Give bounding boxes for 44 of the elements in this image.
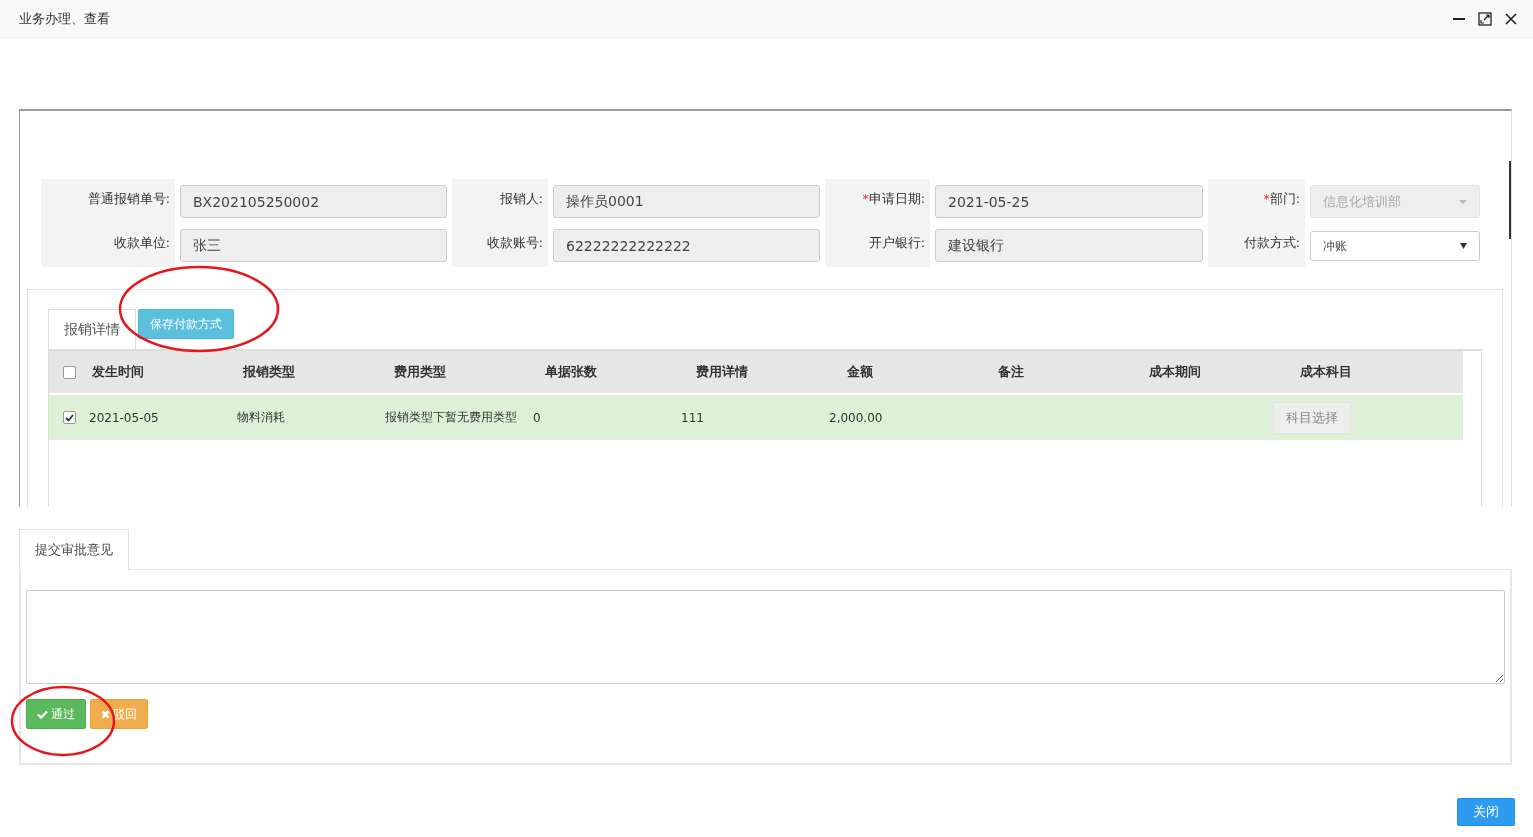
window-title: 业务办理、查看: [19, 9, 110, 28]
field-label: 报销人:: [498, 190, 544, 208]
column-header: 费用详情: [695, 363, 749, 381]
column-header: 单据张数: [544, 363, 598, 381]
comment-field[interactable]: [26, 590, 1505, 684]
caret-icon: [1460, 243, 1467, 249]
table-cell: 物料消耗: [237, 410, 285, 424]
cross-icon: [101, 709, 110, 719]
column-header: 成本期间: [1148, 363, 1202, 381]
column-header: 成本科目: [1299, 363, 1353, 381]
dropdown[interactable]: 冲账: [1310, 231, 1480, 261]
field-label: 开户银行:: [867, 234, 926, 252]
input-field[interactable]: BX202105250002: [180, 185, 447, 218]
checkbox[interactable]: [62, 365, 76, 379]
checkbox[interactable]: [62, 411, 76, 424]
field-label: 付款方式:: [1242, 234, 1301, 252]
table-row[interactable]: 2021-05-05 物料消耗 报销类型下暂无费用类型 0 111 2,000.00 科目选择: [49, 395, 1463, 440]
input-field[interactable]: 张三: [180, 229, 447, 262]
check-icon: [37, 709, 48, 719]
column-header: 备注: [997, 363, 1025, 381]
table-cell: 2021-05-05: [89, 410, 159, 425]
tab[interactable]: 报销详情: [48, 309, 136, 349]
field-label: 普通报销单号:: [86, 190, 171, 208]
scrollbar[interactable]: [1509, 161, 1511, 239]
field-label: *申请日期:: [861, 190, 926, 208]
field-label: *部门:: [1262, 190, 1301, 208]
input-field[interactable]: 2021-05-25: [935, 185, 1203, 218]
field-label: 收款单位:: [112, 234, 171, 252]
maximize-icon[interactable]: [1478, 11, 1492, 26]
caret-icon: [1459, 199, 1467, 204]
column-header: 报销类型: [241, 363, 296, 381]
close-icon[interactable]: [1504, 11, 1518, 26]
column-header: 发生时间: [91, 363, 145, 381]
input-field[interactable]: 建设银行: [935, 229, 1203, 262]
field-label: 收款账号:: [485, 234, 544, 252]
input-field[interactable]: 操作员0001: [553, 185, 820, 218]
tab[interactable]: 提交审批意见: [19, 529, 129, 570]
input-field[interactable]: 62222222222222: [553, 229, 820, 262]
table-cell: 2,000.00: [829, 410, 883, 425]
table-cell: 111: [681, 410, 704, 425]
column-header: 金额: [846, 363, 874, 381]
column-header: 费用类型: [393, 363, 447, 381]
table-cell: 报销类型下暂无费用类型: [385, 410, 517, 424]
table-cell: 0: [533, 410, 541, 425]
